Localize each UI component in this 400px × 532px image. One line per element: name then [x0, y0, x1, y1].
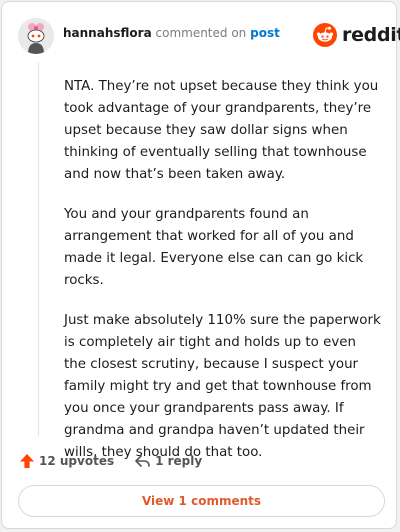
comment-card: hannahsflora commented on post reddit NT…	[1, 1, 400, 529]
comment-header: hannahsflora commented on post	[63, 26, 280, 40]
reddit-wordmark: reddit	[342, 24, 400, 46]
avatar[interactable]	[18, 18, 54, 54]
reddit-snoo-icon	[313, 23, 337, 47]
upvote-count: 12 upvotes	[39, 454, 115, 468]
upvote-button[interactable]: 12 upvotes	[19, 453, 114, 469]
reply-arrow-icon	[135, 455, 150, 467]
comment-paragraph-1: NTA. They’re not upset because they thin…	[64, 79, 379, 182]
reddit-brand[interactable]: reddit	[313, 22, 400, 48]
thread-line[interactable]	[38, 62, 39, 436]
post-link[interactable]: post	[250, 26, 280, 40]
comment-body: NTA. They’re not upset because they thin…	[64, 76, 382, 482]
comment-actions: 12 upvotes 1 reply	[19, 451, 202, 471]
view-comments-button[interactable]: View 1 comments	[18, 485, 385, 517]
reply-button[interactable]: 1 reply	[134, 453, 202, 469]
username[interactable]: hannahsflora	[63, 26, 152, 40]
reply-count: 1 reply	[155, 454, 203, 468]
comment-paragraph-2: You and your grandparents found an arran…	[64, 207, 364, 288]
snoo-avatar-icon	[18, 18, 54, 54]
upvote-arrow-icon	[20, 454, 34, 468]
comment-paragraph-3: Just make absolutely 110% sure the paper…	[64, 313, 381, 460]
header-action-text: commented on	[155, 26, 247, 40]
